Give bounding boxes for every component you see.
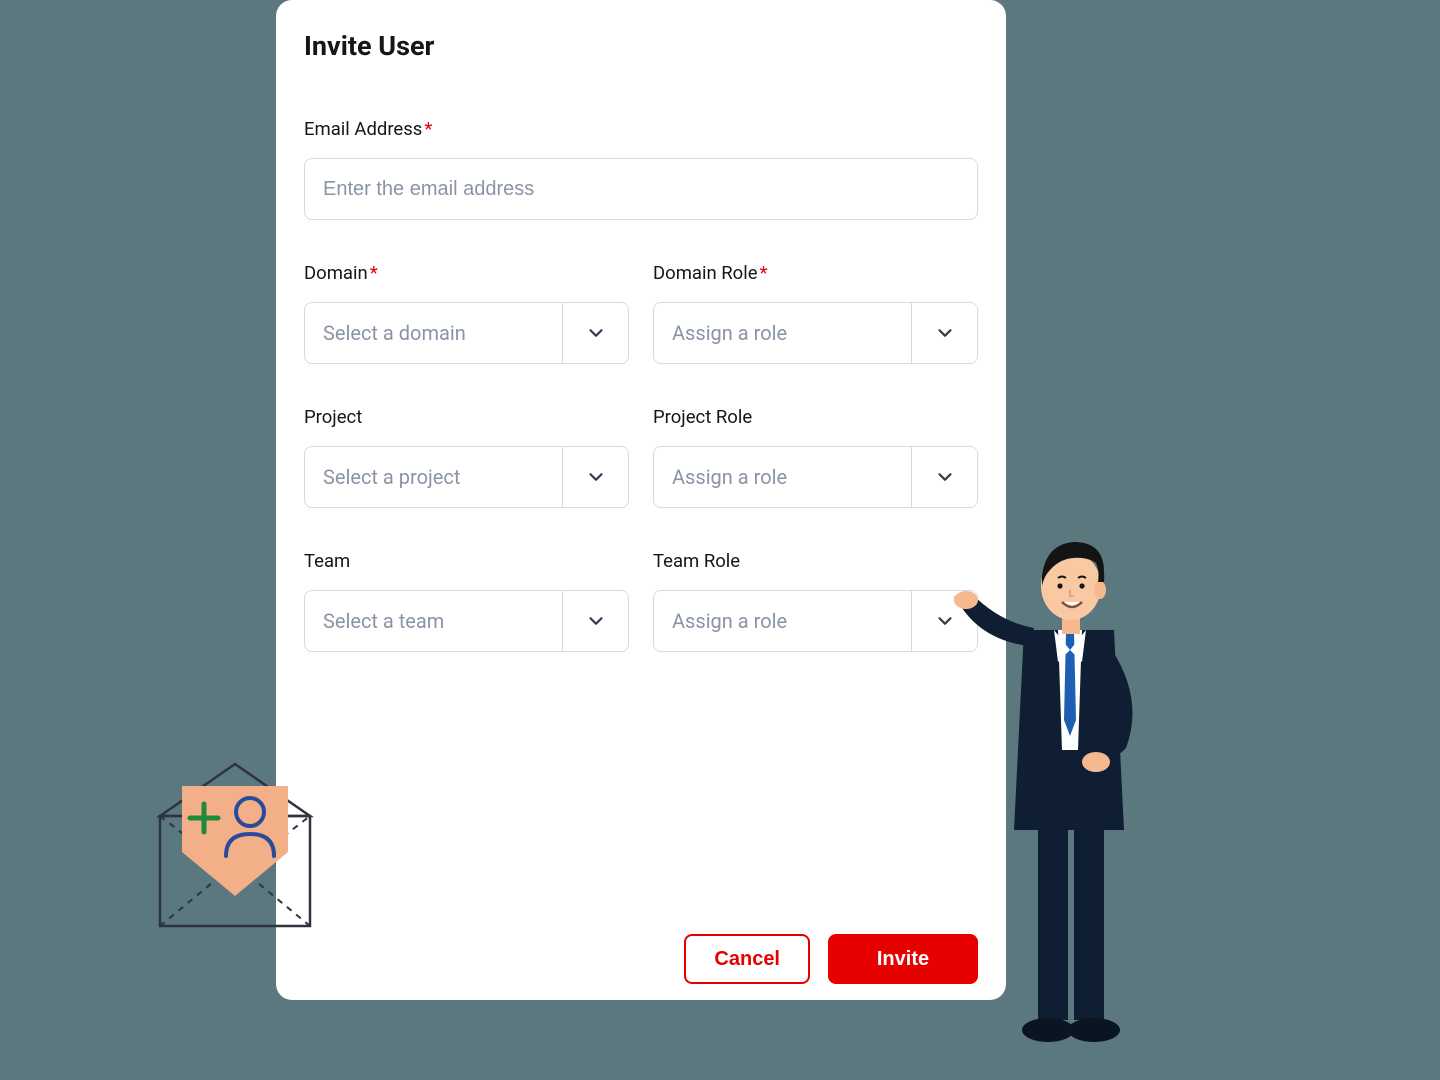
invite-user-modal: Invite User Email Address* Domain* Selec… [276,0,1006,1000]
chevron-down-icon [585,322,607,344]
project-select-placeholder: Select a project [305,447,562,507]
team-select-toggle[interactable] [562,591,628,651]
domain-label: Domain* [304,262,629,284]
domain-field-group: Domain* Select a domain [304,262,629,364]
team-role-select[interactable]: Assign a role [653,590,978,652]
invite-button[interactable]: Invite [828,934,978,984]
required-marker: * [760,262,768,284]
email-label-text: Email Address [304,118,422,140]
email-label: Email Address* [304,118,978,140]
project-role-select[interactable]: Assign a role [653,446,978,508]
team-role-select-toggle[interactable] [911,591,977,651]
team-label: Team [304,550,629,572]
modal-title: Invite User [304,30,978,62]
domain-role-label-text: Domain Role [653,262,758,284]
cancel-button[interactable]: Cancel [684,934,810,984]
project-select-toggle[interactable] [562,447,628,507]
email-input[interactable] [304,158,978,220]
project-select[interactable]: Select a project [304,446,629,508]
domain-label-text: Domain [304,262,368,284]
email-field-group: Email Address* [304,118,978,220]
domain-role-select-toggle[interactable] [911,303,977,363]
chevron-down-icon [934,466,956,488]
chevron-down-icon [585,466,607,488]
domain-select[interactable]: Select a domain [304,302,629,364]
domain-role-select-placeholder: Assign a role [654,303,911,363]
modal-actions: Cancel Invite [684,934,978,984]
chevron-down-icon [585,610,607,632]
domain-select-toggle[interactable] [562,303,628,363]
domain-select-placeholder: Select a domain [305,303,562,363]
project-role-label: Project Role [653,406,978,428]
required-marker: * [424,118,432,140]
project-role-field-group: Project Role Assign a role [653,406,978,508]
project-role-select-toggle[interactable] [911,447,977,507]
team-select-placeholder: Select a team [305,591,562,651]
required-marker: * [370,262,378,284]
project-field-group: Project Select a project [304,406,629,508]
chevron-down-icon [934,610,956,632]
team-role-label: Team Role [653,550,978,572]
domain-role-label: Domain Role* [653,262,978,284]
project-label: Project [304,406,629,428]
team-select[interactable]: Select a team [304,590,629,652]
team-role-field-group: Team Role Assign a role [653,550,978,652]
chevron-down-icon [934,322,956,344]
domain-role-select[interactable]: Assign a role [653,302,978,364]
team-role-select-placeholder: Assign a role [654,591,911,651]
team-field-group: Team Select a team [304,550,629,652]
domain-role-field-group: Domain Role* Assign a role [653,262,978,364]
project-role-select-placeholder: Assign a role [654,447,911,507]
